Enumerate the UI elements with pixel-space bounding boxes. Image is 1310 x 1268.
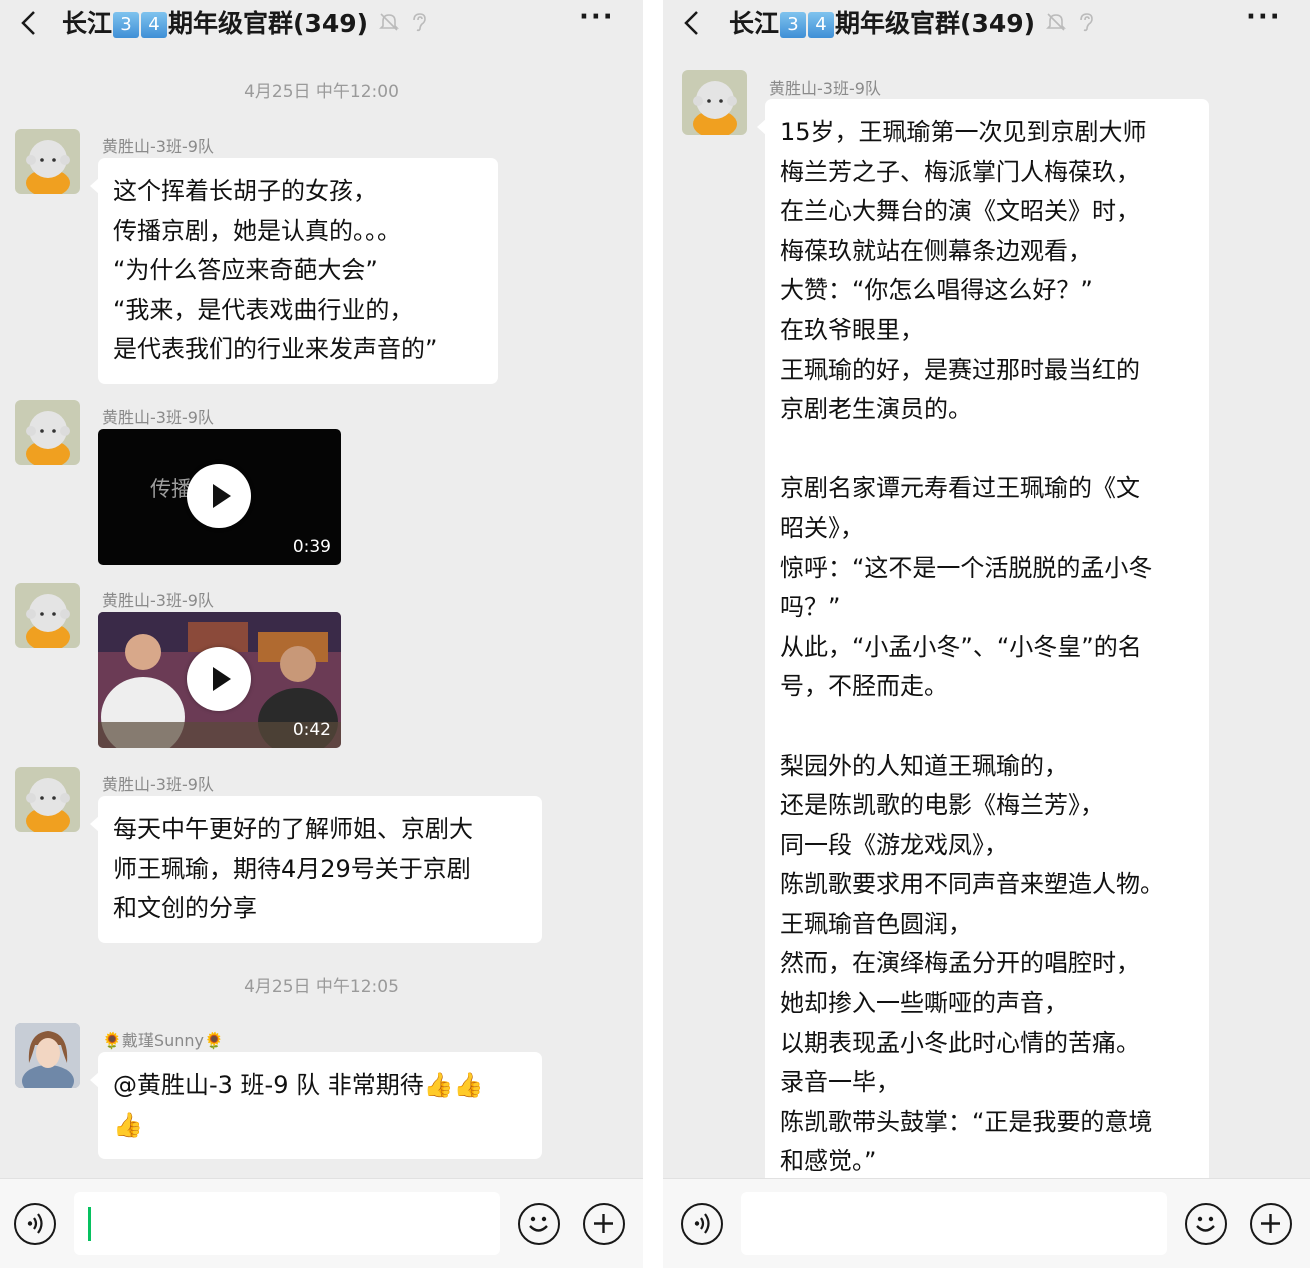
avatar[interactable]	[15, 129, 80, 194]
message-line: 王珮瑜的好，是赛过那时最当红的	[780, 355, 1140, 384]
message-line: 15岁，王珮瑜第一次见到京剧大师	[780, 118, 1147, 146]
message-line: @黄胜山-3 班-9 队 非常期待👍👍	[113, 1071, 484, 1099]
message-line: 京剧名家谭元寿看过王珮瑜的《文	[780, 474, 1140, 503]
video-duration: 0:39	[292, 537, 331, 557]
play-icon[interactable]	[187, 647, 251, 711]
message-line: 大赞：“你怎么唱得这么好？”	[780, 276, 1093, 305]
avatar[interactable]	[15, 767, 80, 832]
sender-name: 黄胜山-3班-9队	[102, 137, 214, 156]
mute-icon	[379, 13, 399, 31]
message-line: 在兰心大舞台的演《文昭关》时，	[780, 197, 1140, 226]
message-line: 从此，“小孟小冬”、“小冬皇”的名	[780, 632, 1142, 661]
emoji-icon[interactable]	[518, 1203, 560, 1245]
message-line: 这个挥着长胡子的女孩，	[113, 177, 377, 205]
message-line: 梨园外的人知道王珮瑜的，	[780, 751, 1068, 780]
voice-icon[interactable]	[14, 1203, 56, 1245]
play-icon[interactable]	[187, 464, 251, 528]
message-line: 京剧老生演员的。	[780, 395, 972, 424]
message-line: 陈凯歌要求用不同声音来塑造人物。	[780, 870, 1164, 899]
title-suffix: 期年级官群(349)	[168, 9, 369, 38]
message-line: 王珮瑜音色圆润，	[780, 909, 972, 938]
message-input[interactable]	[74, 1192, 500, 1255]
chat-header: 长江 3 4 期年级官群(349) ···	[0, 0, 643, 46]
title-suffix: 期年级官群(349)	[835, 9, 1036, 38]
ear-icon	[1080, 13, 1093, 32]
title-digit-3: 3	[780, 12, 807, 38]
message-line: 惊呼：“这不是一个活脱脱的孟小冬	[780, 553, 1153, 582]
message-line: 在玖爷眼里，	[780, 315, 924, 344]
message-line: “为什么答应来奇葩大会”	[113, 256, 378, 285]
message-input[interactable]	[741, 1192, 1167, 1255]
message-bubble[interactable]: 15岁，王珮瑜第一次见到京剧大师 梅兰芳之子、梅派掌门人梅葆玖， 在兰心大舞台的演《…	[757, 99, 1209, 1268]
avatar[interactable]	[15, 1023, 80, 1088]
message-line: 她却掺入一些嘶哑的声音，	[780, 989, 1068, 1018]
message-line: 和感觉。”	[780, 1147, 877, 1176]
message-line: 梅兰芳之子、梅派掌门人梅葆玖，	[780, 157, 1140, 186]
message-line: 陈凯歌带头鼓掌：“正是我要的意境	[780, 1107, 1153, 1136]
message-line: 以期表现孟小冬此时心情的苦痛。	[780, 1028, 1140, 1057]
message-line: 昭关》，	[780, 513, 864, 542]
sender-name: 黄胜山-3班-9队	[102, 591, 214, 610]
message-line: 然而，在演绎梅孟分开的唱腔时，	[780, 949, 1140, 978]
plus-icon[interactable]	[583, 1203, 625, 1245]
ear-icon	[413, 13, 426, 32]
timestamp: 4月25日 中午12:00	[244, 82, 399, 102]
message-line: 号，不胫而走。	[780, 672, 948, 701]
message-line: 是代表我们的行业来发声音的”	[113, 335, 438, 364]
message-line: 还是陈凯歌的电影《梅兰芳》，	[780, 791, 1104, 820]
video-duration: 0:42	[292, 720, 331, 740]
chat-title: 长江 3 4 期年级官群(349)	[729, 4, 1097, 40]
text-cursor	[88, 1207, 91, 1241]
mute-icon	[1046, 13, 1066, 31]
plus-icon[interactable]	[1250, 1203, 1292, 1245]
more-icon[interactable]: ···	[579, 4, 613, 34]
avatar[interactable]	[682, 70, 747, 135]
back-icon[interactable]	[18, 8, 40, 38]
sender-name: 黄胜山-3班-9队	[102, 775, 214, 794]
message-line: 录音一毕，	[780, 1068, 900, 1097]
sender-name: 黄胜山-3班-9队	[769, 79, 881, 98]
title-prefix: 长江	[62, 9, 113, 38]
input-bar	[0, 1178, 643, 1268]
message-bubble[interactable]: 每天中午更好的了解师姐、京剧大 师王珮瑜，期待4月29号关于京剧 和文创的分享	[90, 796, 542, 943]
avatar[interactable]	[15, 400, 80, 465]
message-line: “我来，是代表戏曲行业的，	[113, 295, 414, 324]
message-line: 梅葆玖就站在侧幕条边观看，	[780, 236, 1092, 265]
message-bubble[interactable]: @黄胜山-3 班-9 队 非常期待👍👍 👍	[90, 1052, 542, 1160]
message-line: 师王珮瑜，期待4月29号关于京剧	[113, 854, 471, 883]
sender-name: 🌻戴瑾Sunny🌻	[102, 1031, 224, 1050]
input-bar	[663, 1178, 1310, 1268]
sender-name: 黄胜山-3班-9队	[102, 408, 214, 427]
avatar[interactable]	[15, 583, 80, 648]
message-line: 传播京剧，她是认真的。。。	[113, 216, 401, 245]
back-icon[interactable]	[681, 8, 703, 38]
message-line: 和文创的分享	[113, 894, 257, 923]
message-line: 吗？”	[780, 593, 841, 622]
voice-icon[interactable]	[681, 1203, 723, 1245]
title-digit-4: 4	[141, 12, 168, 38]
timestamp: 4月25日 中午12:05	[244, 977, 399, 997]
emoji-icon[interactable]	[1185, 1203, 1227, 1245]
title-digit-3: 3	[113, 12, 140, 38]
chat-header: 长江 3 4 期年级官群(349) ···	[663, 0, 1310, 46]
video-message[interactable]: 传播京剧 0:39	[98, 429, 341, 565]
message-line: 👍	[113, 1110, 143, 1139]
title-prefix: 长江	[729, 9, 780, 38]
video-message[interactable]: 0:42	[98, 612, 341, 748]
chat-window-left: 长江 3 4 期年级官群(349) ··· 4月25日 中午12:00 黄胜山-3班-…	[0, 0, 643, 1268]
message-line: 同一段《游龙戏凤》，	[780, 830, 1008, 859]
message-bubble[interactable]: 这个挥着长胡子的女孩， 传播京剧，她是认真的。。。 “为什么答应来奇葩大会” “…	[90, 158, 498, 384]
message-line: 每天中午更好的了解师姐、京剧大	[113, 815, 473, 843]
more-icon[interactable]: ···	[1246, 4, 1280, 34]
chat-window-right: 长江 3 4 期年级官群(349) ··· 黄胜山-3班-9队 15岁，王珮瑜第一次见…	[663, 0, 1310, 1268]
title-digit-4: 4	[808, 12, 835, 38]
chat-title: 长江 3 4 期年级官群(349)	[62, 4, 430, 40]
